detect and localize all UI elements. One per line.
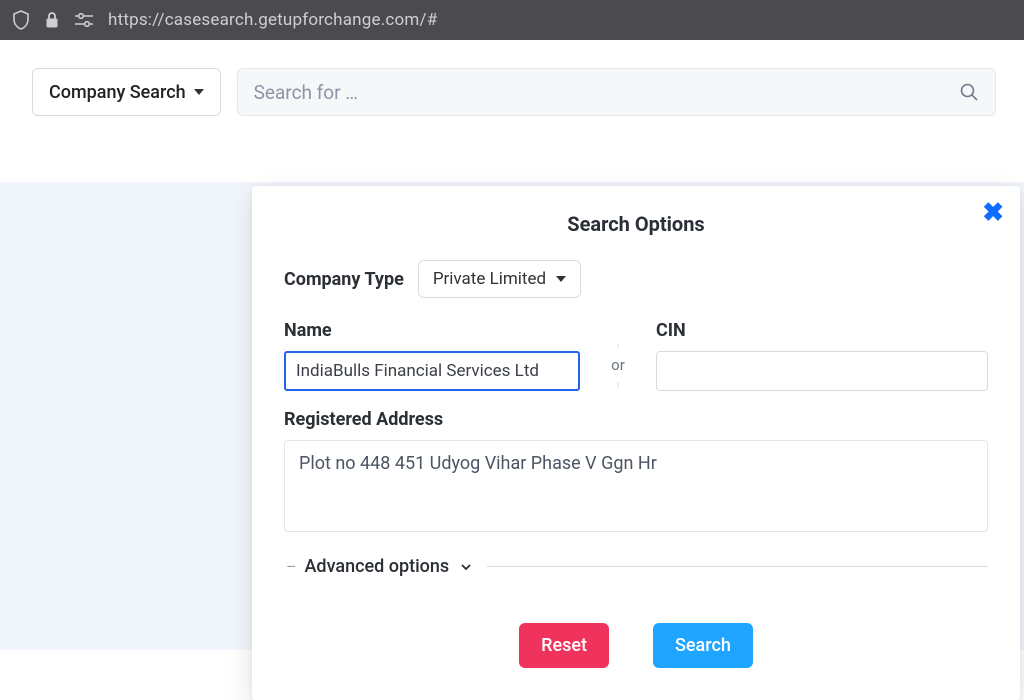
chevron-down-icon [459,560,473,574]
close-icon[interactable]: ✖ [982,198,1004,228]
dash-icon: – [286,557,297,576]
registered-address-input[interactable] [284,440,988,532]
name-input[interactable] [284,351,580,391]
company-type-label: Company Type [284,269,404,290]
global-search-input[interactable] [254,81,959,104]
toolbar: Company Search [32,68,996,116]
cin-input[interactable] [656,351,988,391]
advanced-options-label: Advanced options [305,556,450,577]
or-label: or [602,348,634,382]
global-search-bar[interactable] [237,68,996,116]
search-button[interactable]: Search [653,623,753,668]
company-type-value: Private Limited [433,269,546,289]
company-search-label: Company Search [49,82,186,103]
lock-icon[interactable] [44,11,60,29]
company-search-dropdown[interactable]: Company Search [32,68,221,116]
reset-button[interactable]: Reset [519,623,609,668]
name-label: Name [284,320,580,341]
registered-address-label: Registered Address [284,409,988,430]
company-type-select[interactable]: Private Limited [418,260,581,298]
browser-address-bar: https://casesearch.getupforchange.com/# [0,0,1024,40]
search-options-panel: ✖ Search Options Company Type Private Li… [252,186,1020,700]
url-text[interactable]: https://casesearch.getupforchange.com/# [108,10,437,30]
panel-title: Search Options [284,212,988,236]
advanced-options-toggle[interactable]: – Advanced options [284,556,988,577]
cin-label: CIN [656,320,988,341]
divider-line [487,566,988,567]
caret-down-icon [556,276,566,282]
settings-sliders-icon[interactable] [74,11,94,29]
search-icon[interactable] [959,82,979,102]
shield-icon[interactable] [12,10,30,30]
caret-down-icon [194,89,204,95]
